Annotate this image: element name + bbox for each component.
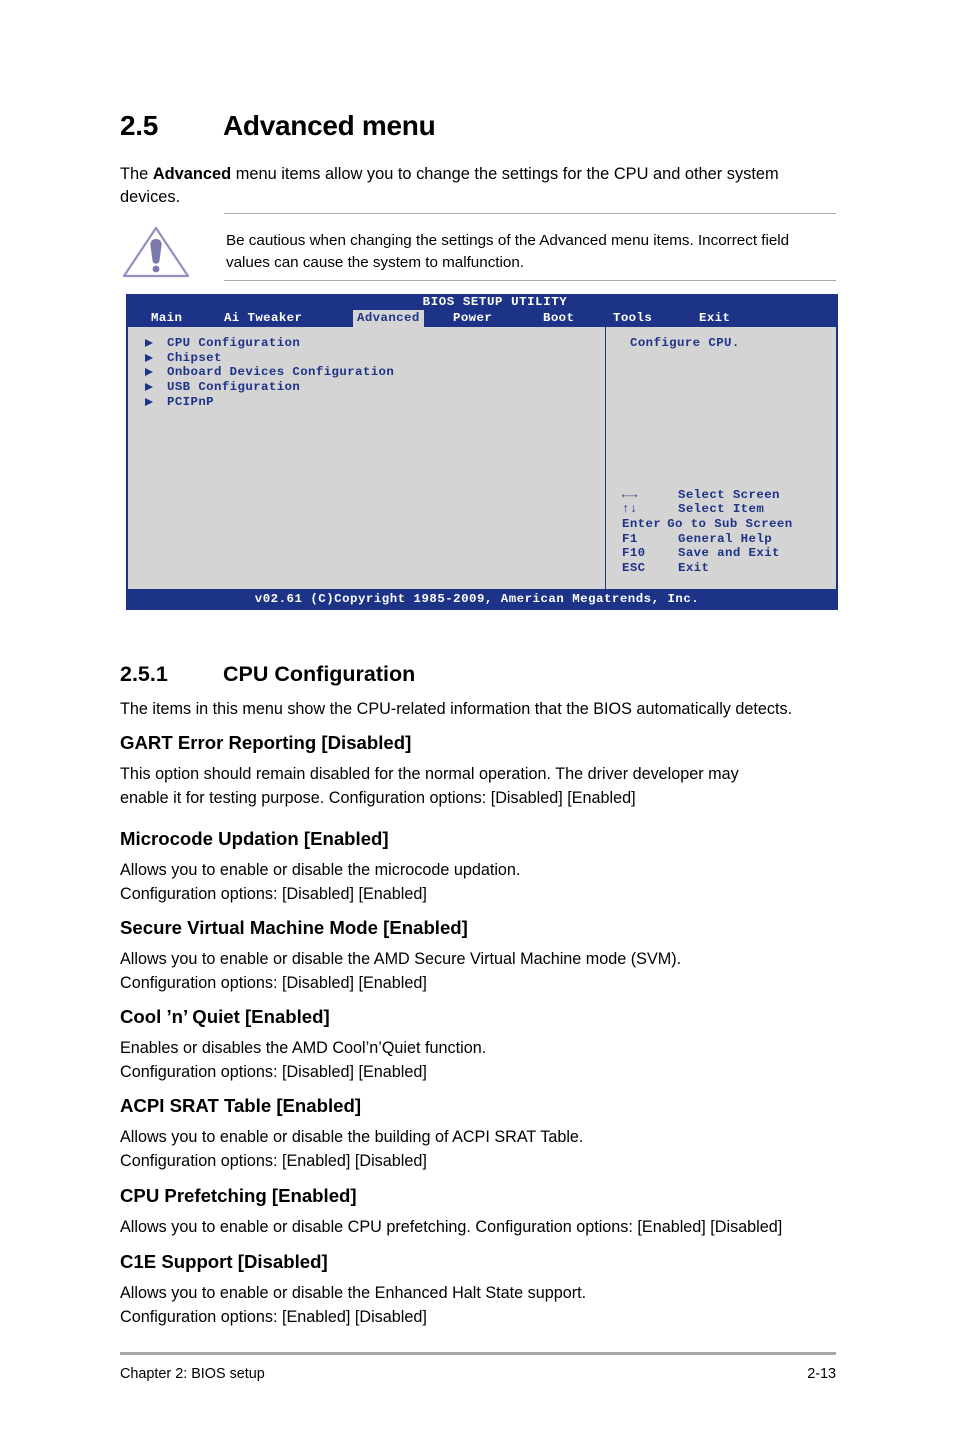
key-legend-action: General Help <box>678 531 773 546</box>
bios-tab-tools[interactable]: Tools <box>609 310 656 327</box>
item-heading-cool-n-quiet: Cool ’n’ Quiet [Enabled] <box>120 1006 330 1027</box>
key-legend-row: ESC Exit <box>616 560 836 575</box>
bios-menu-item-pcipnp[interactable]: PCIPnP <box>144 394 394 409</box>
key-legend-action: Select Screen <box>678 487 780 502</box>
triangle-right-icon <box>144 367 167 377</box>
item-heading-microcode-updation: Microcode Updation [Enabled] <box>120 828 389 849</box>
footer-page-number: 2-13 <box>807 1366 836 1382</box>
section-number: 2.5 <box>120 110 159 141</box>
key-label-f1: F1 <box>622 531 638 546</box>
bios-menu-item-label: USB Configuration <box>167 380 301 395</box>
triangle-right-icon <box>144 382 167 392</box>
note-text: Be cautious when changing the settings o… <box>226 232 790 271</box>
key-legend-action: Go to Sub Screen <box>667 516 793 531</box>
bios-menu-item-label: PCIPnP <box>167 394 215 409</box>
item-heading-gart-error-reporting: GART Error Reporting [Disabled] <box>120 732 412 753</box>
bios-menu-item-onboard-devices-configuration[interactable]: Onboard Devices Configuration <box>144 365 394 380</box>
key-legend-row: F1 General Help <box>616 531 836 546</box>
item-body-line: Allows you to enable or disable the micr… <box>120 861 521 879</box>
item-body-line: This option should remain disabled for t… <box>120 765 739 783</box>
bios-menu-item-label: Onboard Devices Configuration <box>167 365 395 380</box>
key-legend-row: Enter Go to Sub Screen <box>616 517 836 532</box>
bios-left-panel: CPU Configuration Chipset Onboard Device… <box>128 327 605 589</box>
item-body-secure-virtual-machine-mode: Allows you to enable or disable the AMD … <box>120 948 836 995</box>
item-body-line: Allows you to enable or disable the buil… <box>120 1128 584 1146</box>
bios-title: BIOS SETUP UTILITY <box>422 295 568 309</box>
bios-tab-exit[interactable]: Exit <box>695 310 734 327</box>
item-body-line: Configuration options: [Disabled] [Enabl… <box>120 1062 427 1081</box>
bios-tab-power[interactable]: Power <box>449 310 496 327</box>
arrow-up-down-icon: ↑↓ <box>622 502 638 517</box>
item-body-line: Configuration options: [Disabled] [Enabl… <box>120 973 427 992</box>
item-body-line: Enables or disables the AMD Cool’n’Quiet… <box>120 1039 487 1057</box>
item-heading-acpi-srat-table: ACPI SRAT Table [Enabled] <box>120 1095 362 1116</box>
intro-bold: Advanced <box>152 165 232 183</box>
item-body-microcode-updation: Allows you to enable or disable the micr… <box>120 859 836 906</box>
subsection-intro: The items in this menu show the CPU-rela… <box>120 700 793 718</box>
key-legend-action: Exit <box>678 560 710 575</box>
triangle-right-icon <box>144 338 167 348</box>
item-body-line: Allows you to enable or disable the Enha… <box>120 1284 587 1302</box>
item-heading-c1e-support: C1E Support [Disabled] <box>120 1251 328 1272</box>
bios-help-text: Configure CPU. <box>630 336 740 350</box>
item-heading-cpu-prefetching: CPU Prefetching [Enabled] <box>120 1185 357 1206</box>
item-heading-secure-virtual-machine-mode: Secure Virtual Machine Mode [Enabled] <box>120 917 468 938</box>
key-label-esc: ESC <box>622 560 646 575</box>
item-body-cool-n-quiet: Enables or disables the AMD Cool’n’Quiet… <box>120 1037 836 1084</box>
triangle-right-icon <box>144 353 167 363</box>
section-heading: 2.5 Advanced menu <box>120 110 850 142</box>
bios-tab-main[interactable]: Main <box>147 310 186 327</box>
item-body-gart-error-reporting: This option should remain disabled for t… <box>120 763 836 810</box>
bios-setup-screenshot: BIOS SETUP UTILITY Main Ai Tweaker Advan… <box>126 294 838 610</box>
key-label-enter: Enter <box>622 516 662 531</box>
item-body-line: Configuration options: [Enabled] [Disabl… <box>120 1151 427 1170</box>
key-label-f10: F10 <box>622 546 646 561</box>
section-title: Advanced menu <box>223 110 436 141</box>
item-body-acpi-srat-table: Allows you to enable or disable the buil… <box>120 1126 836 1173</box>
footer-rule <box>120 1352 836 1355</box>
subsection-number: 2.5.1 <box>120 662 168 686</box>
bios-tab-advanced[interactable]: Advanced <box>353 310 424 327</box>
item-body-line: enable it for testing purpose. Configura… <box>120 788 636 807</box>
bios-key-legend: ←→ Select Screen ↑↓ Select Item Enter Go… <box>616 487 836 575</box>
bios-tab-bar: Main Ai Tweaker Advanced Power Boot Tool… <box>126 310 838 327</box>
key-legend-action: Select Item <box>678 502 765 517</box>
note-rule-bottom <box>224 280 836 281</box>
subsection-title: CPU Configuration <box>223 662 416 686</box>
item-body-line: Configuration options: [Enabled] [Disabl… <box>120 1307 427 1326</box>
item-body-c1e-support: Allows you to enable or disable the Enha… <box>120 1282 836 1329</box>
key-legend-row: F10 Save and Exit <box>616 546 836 561</box>
bios-menu-item-cpu-configuration[interactable]: CPU Configuration <box>144 336 394 351</box>
key-legend-row: ←→ Select Screen <box>616 487 836 502</box>
item-body-cpu-prefetching: Allows you to enable or disable CPU pref… <box>120 1216 836 1240</box>
bios-copyright-footer: v02.61 (C)Copyright 1985-2009, American … <box>126 589 838 610</box>
document-page: 2.5 Advanced menu The Advanced menu item… <box>0 0 954 1438</box>
item-body-line: Allows you to enable or disable the AMD … <box>120 950 682 968</box>
section-intro: The Advanced menu items allow you to cha… <box>120 163 832 209</box>
bios-tab-boot[interactable]: Boot <box>539 310 578 327</box>
bios-menu-item-usb-configuration[interactable]: USB Configuration <box>144 380 394 395</box>
bios-right-panel: Configure CPU. ←→ Select Screen ↑↓ Selec… <box>606 327 836 589</box>
bios-tab-ai-tweaker[interactable]: Ai Tweaker <box>220 310 306 327</box>
warning-triangle-icon <box>120 223 192 281</box>
triangle-right-icon <box>144 397 167 407</box>
key-legend-row: ↑↓ Select Item <box>616 502 836 517</box>
bios-menu-item-label: CPU Configuration <box>167 336 301 351</box>
arrow-left-right-icon: ←→ <box>622 487 638 502</box>
warning-note: Be cautious when changing the settings o… <box>120 213 836 281</box>
item-body-line: Allows you to enable or disable CPU pref… <box>120 1218 783 1236</box>
bios-body: CPU Configuration Chipset Onboard Device… <box>126 327 838 589</box>
bios-menu-item-chipset[interactable]: Chipset <box>144 351 394 366</box>
bios-menu-list: CPU Configuration Chipset Onboard Device… <box>144 336 394 409</box>
bios-header: BIOS SETUP UTILITY Main Ai Tweaker Advan… <box>126 294 838 327</box>
intro-before: The <box>120 165 153 183</box>
item-body-line: Configuration options: [Disabled] [Enabl… <box>120 884 427 903</box>
subsection-heading: 2.5.1 CPU Configuration <box>120 662 850 687</box>
note-rule-top <box>224 213 836 214</box>
key-legend-action: Save and Exit <box>678 546 780 561</box>
bios-menu-item-label: Chipset <box>167 350 222 365</box>
